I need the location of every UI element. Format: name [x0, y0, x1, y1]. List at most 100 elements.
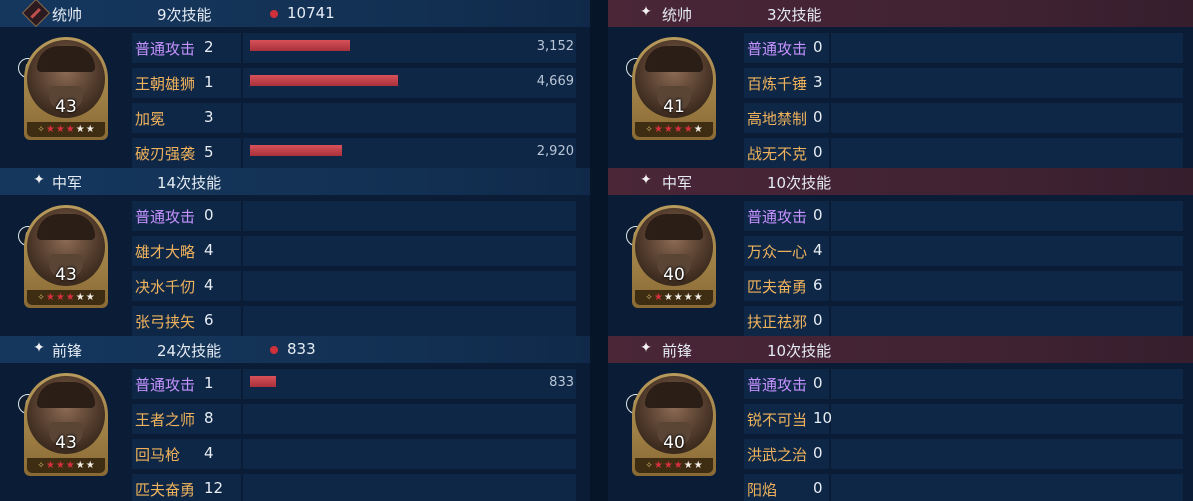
skill-row-separator — [829, 33, 831, 63]
red-star-icon: ★ — [65, 124, 75, 135]
skill-row-background — [744, 369, 1183, 399]
skill-row-separator — [829, 201, 831, 231]
skill-row-background — [744, 103, 1183, 133]
skill-trigger-count: 0 — [813, 444, 823, 462]
skill-row-separator — [241, 404, 243, 434]
skill-row[interactable]: 王者之师 8 — [132, 402, 576, 437]
general-card[interactable]: 40 ✧ ★ ★ ★ ★ ★ — [632, 373, 716, 476]
general-header: ✦ 前锋 10次技能 — [608, 336, 1193, 363]
skill-row-separator — [829, 68, 831, 98]
skill-name: 决水千仞 — [135, 278, 196, 296]
skill-trigger-count: 6 — [204, 311, 214, 329]
sparkle-icon: ✦ — [640, 4, 652, 20]
skill-name: 王朝雄狮 — [135, 75, 196, 93]
skill-row[interactable]: 王朝雄狮 1 4,669 — [132, 66, 576, 101]
skill-trigger-count: 0 — [813, 374, 823, 392]
total-damage: 833 — [287, 340, 316, 358]
skill-row-separator — [829, 306, 831, 336]
skill-row[interactable]: 普通攻击 2 3,152 — [132, 31, 576, 66]
skill-row[interactable]: 普通攻击 0 — [744, 367, 1183, 402]
skill-row[interactable]: 匹夫奋勇 12 — [132, 472, 576, 501]
skill-name: 战无不克 — [747, 145, 808, 163]
position-label: 中军 — [52, 174, 83, 192]
basic-attack-label: 普通攻击 — [135, 40, 196, 58]
skill-row[interactable]: 百炼千锤 3 — [744, 66, 1183, 101]
skill-row[interactable]: 普通攻击 0 — [744, 199, 1183, 234]
skill-row[interactable]: 万众一心 4 — [744, 234, 1183, 269]
white-star-icon: ★ — [75, 460, 85, 471]
sparkle-icon: ✦ — [33, 172, 45, 188]
white-star-icon: ★ — [673, 292, 683, 303]
skill-list: 普通攻击 1 833 王者之师 8 回马枪 4 匹夫奋勇 12 — [132, 367, 576, 501]
skill-trigger-count: 2 — [204, 38, 214, 56]
skill-row[interactable]: 回马枪 4 — [132, 437, 576, 472]
skill-name: 锐不可当 — [747, 411, 808, 429]
skill-row[interactable]: 加冕 3 — [132, 101, 576, 136]
total-damage: 10741 — [287, 4, 335, 22]
general-portrait[interactable]: ♞43✧★★★★★ — [18, 37, 130, 141]
general-card[interactable]: 43 ✧ ★ ★ ★ ★ ★ — [24, 37, 108, 140]
skill-row[interactable]: 扶正祛邪 0 — [744, 304, 1183, 339]
general-card[interactable]: 41 ✧ ★ ★ ★ ★ ★ — [632, 37, 716, 140]
skill-row-separator — [829, 138, 831, 168]
skill-row[interactable]: 普通攻击 0 — [744, 31, 1183, 66]
white-star-icon: ★ — [693, 124, 703, 135]
skill-row-background — [132, 439, 576, 469]
general-card[interactable]: 40 ✧ ★ ★ ★ ★ ★ — [632, 205, 716, 308]
skill-count: 14次技能 — [157, 174, 222, 192]
general-portrait[interactable]: ♞41✧★★★★★ — [626, 37, 738, 141]
white-star-icon: ★ — [85, 124, 95, 135]
general-portrait[interactable]: ♞43✧★★★★★ — [18, 373, 130, 477]
skill-row-background — [744, 236, 1183, 266]
skill-row[interactable]: 锐不可当 10 — [744, 402, 1183, 437]
skill-trigger-count: 12 — [204, 479, 224, 497]
enemy-team-panel: ✦统帅3次技能♞41✧★★★★★普通攻击0百炼千锤3高地禁制0战无不克0✦中军1… — [608, 0, 1193, 501]
skill-row[interactable]: 雄才大略 4 — [132, 234, 576, 269]
skill-row-separator — [829, 439, 831, 469]
white-star-icon: ★ — [683, 460, 693, 471]
skill-name: 扶正祛邪 — [747, 313, 808, 331]
star-rating: ✧ ★ ★ ★ ★ ★ — [27, 122, 105, 137]
avatar-hair — [645, 46, 703, 72]
red-star-icon: ★ — [55, 124, 65, 135]
skill-trigger-count: 8 — [204, 409, 214, 427]
red-star-icon: ★ — [653, 292, 663, 303]
general-portrait[interactable]: ♞43✧★★★★★ — [18, 205, 130, 309]
basic-attack-label: 普通攻击 — [747, 208, 808, 226]
skill-row-background — [744, 201, 1183, 231]
skill-row[interactable]: 战无不克 0 — [744, 136, 1183, 171]
skill-row[interactable]: 洪武之治 0 — [744, 437, 1183, 472]
damage-dot-icon — [270, 10, 278, 18]
general-block-left-2: ✦前锋24次技能833♞43✧★★★★★普通攻击1833王者之师8回马枪4匹夫奋… — [0, 336, 590, 501]
skill-trigger-count: 6 — [813, 276, 823, 294]
general-portrait[interactable]: ♞40✧★★★★★ — [626, 205, 738, 309]
avatar-hair — [645, 214, 703, 240]
red-star-icon: ★ — [653, 460, 663, 471]
skill-trigger-count: 0 — [204, 206, 214, 224]
general-card[interactable]: 43 ✧ ★ ★ ★ ★ ★ — [24, 205, 108, 308]
skill-row-separator — [829, 369, 831, 399]
skill-row[interactable]: 普通攻击 1 833 — [132, 367, 576, 402]
general-level: 40 — [663, 265, 685, 285]
skill-row[interactable]: 决水千仞 4 — [132, 269, 576, 304]
skill-list: 普通攻击 0 百炼千锤 3 高地禁制 0 战无不克 0 — [744, 31, 1183, 171]
red-star-icon: ★ — [65, 292, 75, 303]
red-star-icon: ★ — [45, 460, 55, 471]
skill-row[interactable]: 匹夫奋勇 6 — [744, 269, 1183, 304]
general-header: ✦ 中军 10次技能 — [608, 168, 1193, 195]
general-level: 41 — [663, 97, 685, 117]
skill-row[interactable]: 张弓挟矢 6 — [132, 304, 576, 339]
skill-row-separator — [829, 271, 831, 301]
red-star-icon: ★ — [663, 124, 673, 135]
skill-row[interactable]: 高地禁制 0 — [744, 101, 1183, 136]
skill-row[interactable]: 阳焰 0 — [744, 472, 1183, 501]
general-portrait[interactable]: ♞40✧★★★★★ — [626, 373, 738, 477]
general-card[interactable]: 43 ✧ ★ ★ ★ ★ ★ — [24, 373, 108, 476]
skill-row-background — [132, 138, 576, 168]
skill-row[interactable]: 普通攻击 0 — [132, 199, 576, 234]
skill-row[interactable]: 破刃强袭 5 2,920 — [132, 136, 576, 171]
white-star-icon: ★ — [85, 292, 95, 303]
general-block-left-1: ✦中军14次技能♞43✧★★★★★普通攻击0雄才大略4决水千仞4张弓挟矢6 — [0, 168, 590, 336]
skill-trigger-count: 4 — [204, 276, 214, 294]
red-star-icon: ★ — [45, 292, 55, 303]
